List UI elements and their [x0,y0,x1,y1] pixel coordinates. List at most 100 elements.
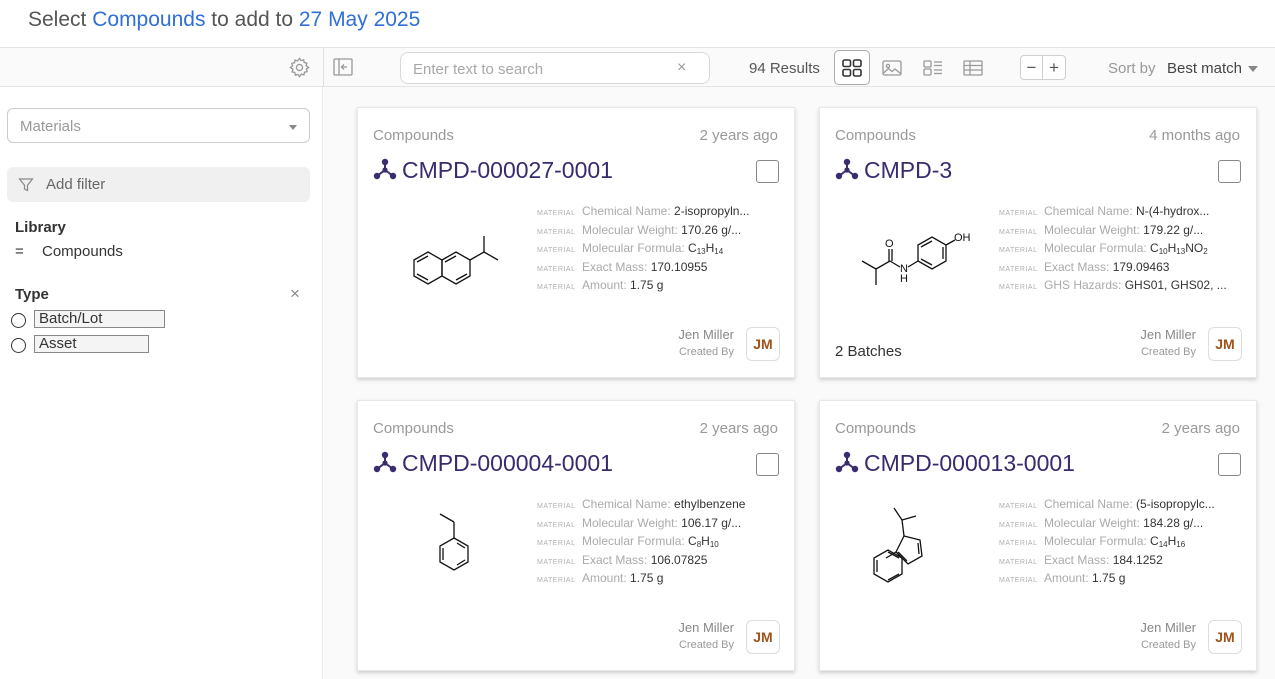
type-title: Type [15,286,49,303]
results-count: 94 Results [749,60,820,77]
card-timestamp: 2 years ago [1161,420,1240,437]
materials-placeholder: Materials [20,118,81,135]
zoom-in-button[interactable]: + [1043,56,1065,79]
page-title: Select Compounds to add to 27 May 2025 [28,8,420,32]
sort-label: Sort by [1108,60,1156,77]
compound-id[interactable]: CMPD-3 [864,157,952,184]
chemical-structure-image: O N H OH [861,232,971,285]
card-timestamp: 4 months ago [1149,127,1240,144]
radio-batch-lot[interactable] [11,313,26,328]
library-title: Library [15,219,66,236]
remove-type-filter-icon[interactable]: × [290,285,300,303]
batch-count[interactable]: 2 Batches [835,343,902,360]
card-library: Compounds [373,420,454,437]
avatar: JM [746,327,780,361]
search-input[interactable] [413,59,663,79]
created-by-label: Created By [1140,639,1196,651]
creator-name: Jen Miller [678,620,734,635]
compound-id[interactable]: CMPD-000027-0001 [402,157,613,184]
page-header: Select Compounds to add to 27 May 2025 [0,0,1275,48]
chemical-structure-image [439,513,469,571]
property-row: MATERIAL Exact Mass: 184.1252 [999,552,1163,567]
collapse-sidebar-icon[interactable] [333,58,353,76]
image-icon [882,59,902,76]
property-row: MATERIAL Chemical Name: (5-isopropylc... [999,497,1215,511]
hydrogen-label: H [900,273,908,285]
compound-card[interactable]: Compounds 2 years ago CMPD-000027-0001 M… [357,107,795,378]
caret-down-icon[interactable] [1248,66,1258,72]
property-row: MATERIAL Amount: 1.75 g [537,571,664,585]
avatar: JM [746,620,780,654]
search-box: × [400,52,710,84]
sort-dropdown[interactable]: Best match [1167,60,1242,77]
select-checkbox[interactable] [756,160,779,183]
type-option-asset[interactable]: Asset [34,335,149,353]
card-layout-icon [923,59,942,76]
compound-card[interactable]: Compounds 2 years ago CMPD-000004-0001 M… [357,400,795,671]
table-view-button[interactable] [955,50,991,85]
zoom-out-button[interactable]: − [1021,56,1043,79]
chemical-structure-image [413,236,499,285]
property-row: MATERIAL Exact Mass: 106.07825 [537,552,708,567]
filter-sidebar: Materials Add filter Library = Compounds… [0,87,323,679]
results-grid: Compounds 2 years ago CMPD-000027-0001 M… [324,87,1275,679]
filter-icon [18,178,34,192]
materials-select[interactable]: Materials [7,108,310,143]
chemical-structure-image [873,507,923,583]
image-view-button[interactable] [874,50,910,85]
card-library: Compounds [373,127,454,144]
property-row: MATERIAL Molecular Weight: 184.28 g/... [999,515,1204,530]
property-row: MATERIAL Molecular Formula: C14H16 [999,534,1186,549]
created-by-label: Created By [678,346,734,358]
title-middle: to add to [211,8,294,31]
library-operator: = [15,243,24,260]
card-library: Compounds [835,127,916,144]
property-row: MATERIAL Molecular Weight: 179.22 g/... [999,222,1204,237]
add-filter-button[interactable]: Add filter [7,167,310,202]
compound-card[interactable]: Compounds 4 months ago CMPD-3 O N H OH M… [819,107,1257,378]
property-list: MATERIAL Chemical Name: ethylbenzene MATE… [537,495,787,588]
property-row: MATERIAL Molecular Formula: C8H10 [537,534,719,549]
radio-asset[interactable] [11,338,26,353]
molecule-icon [373,158,397,180]
created-by-label: Created By [1140,346,1196,358]
grid-view-button[interactable] [834,50,870,85]
avatar: JM [1208,620,1242,654]
compound-id[interactable]: CMPD-000013-0001 [864,450,1075,477]
property-list: MATERIAL Chemical Name: 2-isopropyln... M… [537,202,787,295]
toolbar: × 94 Results − + Sort by Best match [0,48,1275,87]
property-list: MATERIAL Chemical Name: N-(4-hydrox... MA… [999,202,1249,295]
molecule-icon [835,451,859,473]
table-icon [963,59,983,76]
creator-name: Jen Miller [678,327,734,342]
avatar: JM [1208,327,1242,361]
molecule-icon [373,451,397,473]
molecule-icon [835,158,859,180]
select-checkbox[interactable] [756,453,779,476]
toolbar-divider [323,48,324,87]
card-view-button[interactable] [915,50,951,85]
property-row: MATERIAL GHS Hazards: GHS01, GHS02, ... [999,278,1227,292]
compound-id[interactable]: CMPD-000004-0001 [402,450,613,477]
add-filter-label: Add filter [46,176,106,193]
hydroxyl-label: OH [954,232,971,244]
property-row: MATERIAL Chemical Name: N-(4-hydrox... [999,204,1210,218]
property-row: MATERIAL Molecular Formula: C13H14 [537,241,724,256]
created-by-label: Created By [678,639,734,651]
target-link[interactable]: 27 May 2025 [299,8,420,31]
card-timestamp: 2 years ago [699,127,778,144]
property-row: MATERIAL Exact Mass: 170.10955 [537,259,708,274]
select-checkbox[interactable] [1218,160,1241,183]
clear-search-icon[interactable]: × [677,59,686,77]
property-row: MATERIAL Molecular Formula: C10H13NO2 [999,241,1208,256]
type-option-batch-lot[interactable]: Batch/Lot [34,310,165,328]
card-timestamp: 2 years ago [699,420,778,437]
select-checkbox[interactable] [1218,453,1241,476]
gear-icon[interactable] [288,56,311,79]
oxygen-label: O [885,238,894,250]
collection-link[interactable]: Compounds [92,8,205,31]
compound-card[interactable]: Compounds 2 years ago CMPD-000013-0001 M… [819,400,1257,671]
property-row: MATERIAL Exact Mass: 179.09463 [999,259,1170,274]
property-row: MATERIAL Molecular Weight: 170.26 g/... [537,222,742,237]
caret-down-icon [289,125,297,130]
